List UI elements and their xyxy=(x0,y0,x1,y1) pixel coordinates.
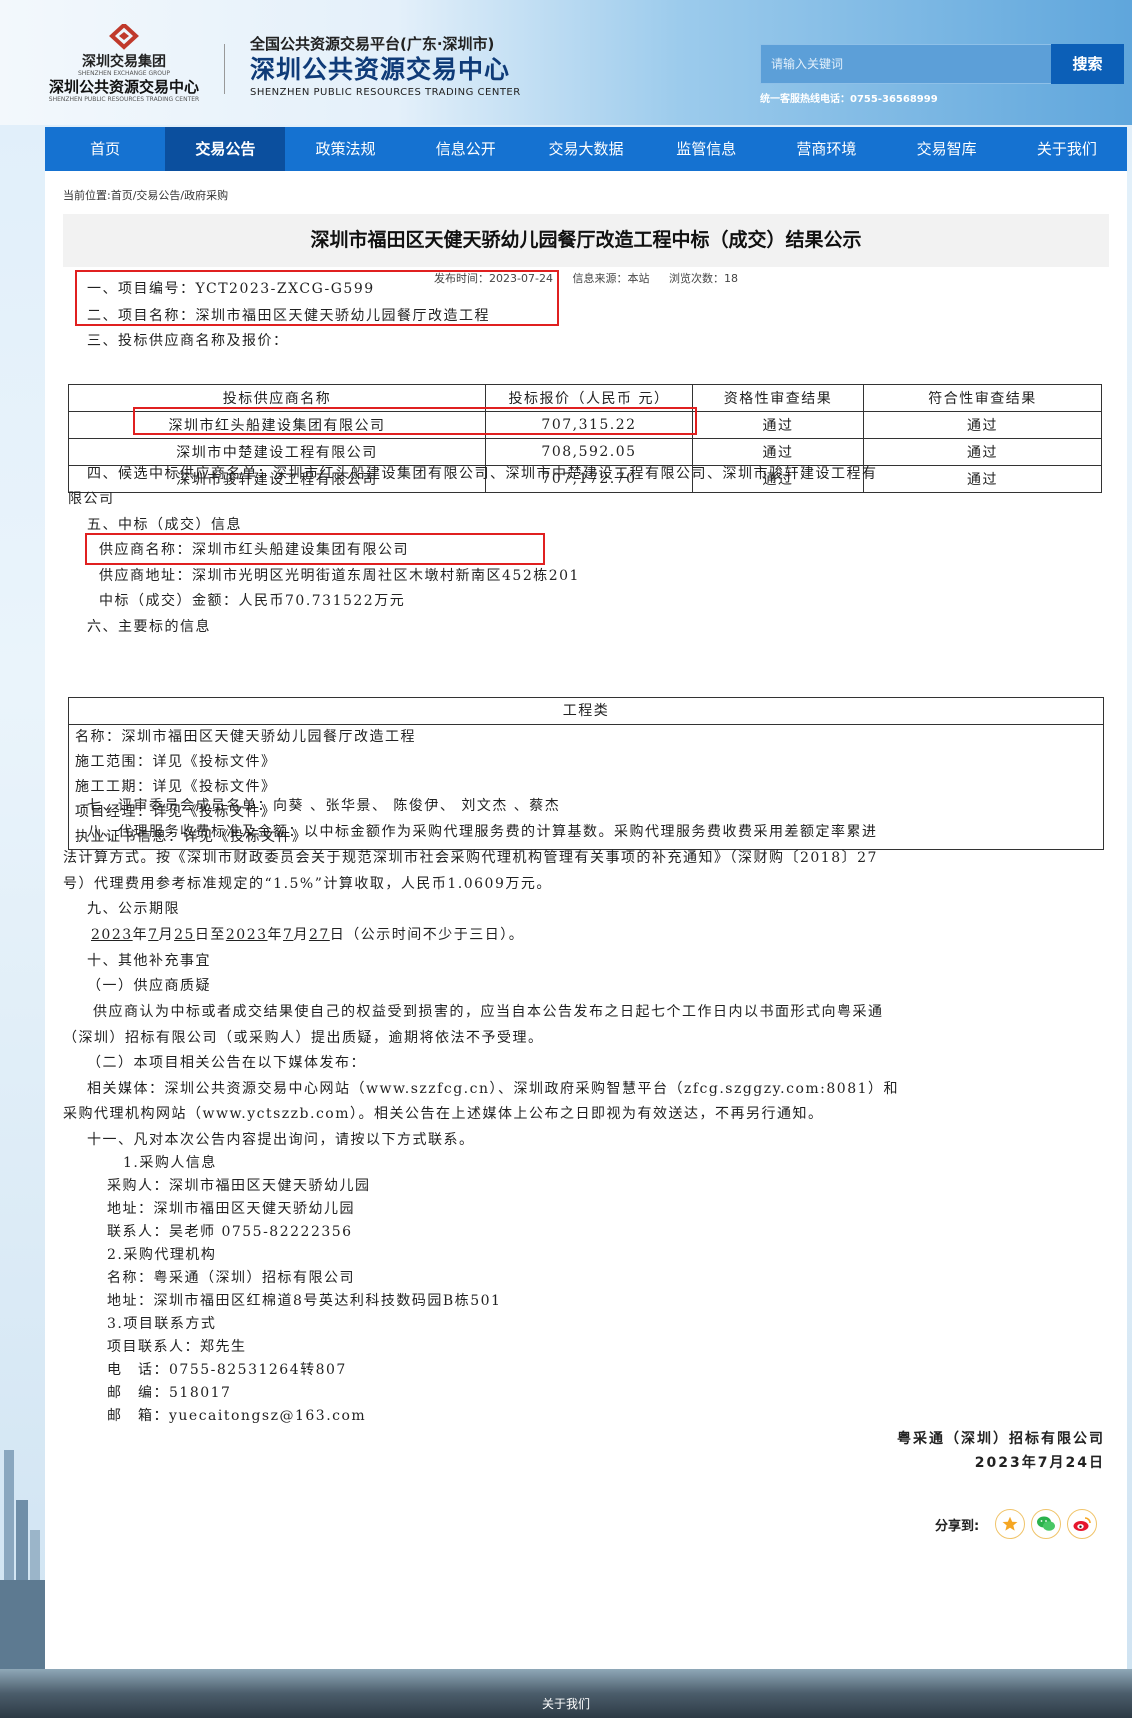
table-cell: 深圳市中楚建设工程有限公司 xyxy=(68,438,486,466)
logo-center-en: SHENZHEN PUBLIC RESOURCES TRADING CENTER xyxy=(48,96,200,103)
agency-address: 地址：深圳市福田区红棉道8号英达利科技数码园B栋501 xyxy=(107,1293,502,1309)
purchaser-contact: 联系人：吴老师 0755-82222356 xyxy=(107,1224,353,1240)
favorite-star-icon[interactable] xyxy=(995,1509,1026,1539)
nav-item-home[interactable]: 首页 xyxy=(45,127,165,171)
nav-item-about[interactable]: 关于我们 xyxy=(1007,127,1127,171)
table-cell: 通过 xyxy=(692,411,864,439)
candidate-list-line2: 限公司 xyxy=(68,491,115,507)
signature-date: 2023年7月24日 xyxy=(974,1455,1105,1471)
nav-item-big-data[interactable]: 交易大数据 xyxy=(526,127,646,171)
period-start-day: 25 xyxy=(174,927,195,943)
nav-item-business-env[interactable]: 营商环境 xyxy=(766,127,886,171)
project-contact-postcode: 邮 编：518017 xyxy=(107,1385,232,1401)
challenge-line2: （深圳）招标有限公司（或采购人）提出质疑，逾期将依法不予受理。 xyxy=(63,1030,544,1046)
challenge-line1: 供应商认为中标或者成交结果使自己的权益受到损害的，应当自本公告发布之日起七个工作… xyxy=(93,1004,884,1020)
engineering-header: 工程类 xyxy=(69,698,1103,725)
center-title-block[interactable]: 全国公共资源交易平台(广东·深圳市) 深圳公共资源交易中心 SHENZHEN P… xyxy=(250,34,521,100)
nav-item-think-tank[interactable]: 交易智库 xyxy=(887,127,1007,171)
header-cell: 符合性审查结果 xyxy=(863,384,1102,412)
site-footer: 关于我们 xyxy=(0,1669,1132,1718)
search-box xyxy=(760,44,1053,84)
table-cell: 708,592.05 xyxy=(485,438,693,466)
award-heading: 五、中标（成交）信息 xyxy=(87,517,242,533)
highlight-box-winner-row xyxy=(133,407,697,435)
signature-company: 粤采通（深圳）招标有限公司 xyxy=(897,1431,1105,1447)
breadcrumb[interactable]: 当前位置:首页/交易公告/政府采购 xyxy=(63,187,228,203)
table-cell: 通过 xyxy=(863,465,1102,493)
nav-item-policies[interactable]: 政策法规 xyxy=(285,127,405,171)
other-matters-heading: 十、其他补充事宜 xyxy=(87,953,211,969)
service-hotline: 统一客服热线电话：0755-36568999 xyxy=(760,94,938,105)
search-button[interactable]: 搜索 xyxy=(1051,44,1124,84)
weibo-icon[interactable] xyxy=(1067,1509,1098,1539)
agency-heading: 2.采购代理机构 xyxy=(107,1247,217,1263)
period-end-year: 2023 xyxy=(225,927,268,943)
header-divider xyxy=(224,44,225,94)
notice-period-heading: 九、公示期限 xyxy=(87,901,180,917)
wechat-icon[interactable] xyxy=(1031,1509,1062,1539)
footer-about-link[interactable]: 关于我们 xyxy=(0,1695,1132,1712)
nav-item-supervision[interactable]: 监管信息 xyxy=(646,127,766,171)
agency-name: 名称：粤采通（深圳）招标有限公司 xyxy=(107,1270,355,1286)
search-input[interactable] xyxy=(761,45,1053,83)
purchaser-heading: 1.采购人信息 xyxy=(123,1155,217,1171)
media-line2: 采购代理机构网站（www.yctszzb.com）。相关公告在上述媒体上公布之日… xyxy=(63,1106,824,1122)
share-bar: 分享到: xyxy=(935,1509,1098,1539)
table-cell: 通过 xyxy=(863,411,1102,439)
fee-line2: 法计算方式。按《深圳市财政委员会关于规范深圳市社会采购代理机构管理有关事项的补充… xyxy=(63,850,878,866)
platform-line: 全国公共资源交易平台(广东·深圳市) xyxy=(250,35,495,53)
nav-item-announcements[interactable]: 交易公告 xyxy=(165,127,286,171)
view-count: 浏览次数：18 xyxy=(668,272,738,285)
purchaser-name: 采购人：深圳市福田区天健天骄幼儿园 xyxy=(107,1178,371,1194)
logo-group-en: SHENZHEN EXCHANGE GROUP xyxy=(77,70,171,77)
table-row: 深圳市中楚建设工程有限公司 708,592.05 通过 通过 xyxy=(68,438,1102,466)
media-heading: （二）本项目相关公告在以下媒体发布： xyxy=(87,1055,366,1071)
fee-line3: 号）代理费用参考标准规定的“1.5%”计算收取，人民币1.0609万元。 xyxy=(63,876,552,892)
logo-group-cn: 深圳交易集团 xyxy=(82,54,166,70)
city-skyline-decoration xyxy=(0,1450,45,1670)
main-nav: 首页 交易公告 政策法规 信息公开 交易大数据 监管信息 营商环境 交易智库 关… xyxy=(45,127,1127,171)
project-contact-heading: 3.项目联系方式 xyxy=(107,1316,217,1332)
site-header: 深圳交易集团 SHENZHEN EXCHANGE GROUP 深圳公共资源交易中… xyxy=(0,0,1132,125)
center-name-en: SHENZHEN PUBLIC RESOURCES TRADING CENTER xyxy=(250,87,521,98)
award-amount: 中标（成交）金额：人民币70.731522万元 xyxy=(99,593,406,609)
bidders-heading: 三、投标供应商名称及报价： xyxy=(87,333,289,349)
header-cell: 资格性审查结果 xyxy=(692,384,864,412)
supplier-address: 供应商地址：深圳市光明区光明街道东周社区木墩村新南区452栋201 xyxy=(99,568,580,584)
highlight-box-supplier xyxy=(85,533,545,565)
engineering-row: 名称：深圳市福田区天健天骄幼儿园餐厅改造工程 xyxy=(75,729,416,745)
notice-period: 2023年7月25日至2023年7月27日（公示时间不少于三日）。 xyxy=(91,927,525,943)
center-name: 深圳公共资源交易中心 xyxy=(250,55,511,84)
period-start-month: 7 xyxy=(148,927,159,943)
project-contact-person: 项目联系人：郑先生 xyxy=(107,1339,247,1355)
project-contact-phone: 电 话：0755-82531264转807 xyxy=(107,1362,347,1378)
period-end-month: 7 xyxy=(283,927,294,943)
contact-heading: 十一、凡对本次公告内容提出询问，请按以下方式联系。 xyxy=(87,1132,475,1148)
logo-center-cn: 深圳公共资源交易中心 xyxy=(48,78,199,96)
main-subject-heading: 六、主要标的信息 xyxy=(87,619,211,635)
period-end-day: 27 xyxy=(308,927,330,943)
purchaser-address: 地址：深圳市福田区天健天骄幼儿园 xyxy=(107,1201,355,1217)
engineering-row: 施工范围：详见《投标文件》 xyxy=(75,754,277,770)
article-card: 当前位置:首页/交易公告/政府采购 深圳市福田区天健天骄幼儿园餐厅改造工程中标（… xyxy=(45,171,1127,1669)
candidate-list-line1: 四、候选中标供应商名单：深圳市红头船建设集团有限公司、深圳市中楚建设工程有限公司… xyxy=(87,466,878,482)
committee-members: 七、评审委员会成员名单：向葵 、张华景、 陈俊伊、 刘文杰 、蔡杰 xyxy=(87,798,561,814)
challenge-heading: （一）供应商质疑 xyxy=(87,978,211,994)
share-label: 分享到: xyxy=(935,1518,980,1534)
fee-line1: 八、代理服务收费标准及金额：以中标金额作为采购代理服务费的计算基数。采购代理服务… xyxy=(87,824,878,840)
highlight-box-project xyxy=(75,270,559,326)
project-contact-email[interactable]: 邮 箱：yuecaitongsz@163.com xyxy=(107,1405,366,1425)
exchange-group-logo[interactable]: 深圳交易集团 SHENZHEN EXCHANGE GROUP 深圳公共资源交易中… xyxy=(44,24,204,104)
article-title: 深圳市福田区天健天骄幼儿园餐厅改造工程中标（成交）结果公示 xyxy=(63,214,1109,267)
table-cell: 通过 xyxy=(692,438,864,466)
period-tail: 日（公示时间不少于三日）。 xyxy=(329,927,525,943)
period-start-year: 2023 xyxy=(91,927,133,943)
table-cell: 通过 xyxy=(863,438,1102,466)
media-line1: 相关媒体：深圳公共资源交易中心网站（www.szzfcg.cn）、深圳政府采购智… xyxy=(87,1081,900,1097)
nav-item-disclosure[interactable]: 信息公开 xyxy=(406,127,526,171)
logo-mark-icon xyxy=(107,24,141,50)
info-source: 信息来源：本站 xyxy=(572,272,650,285)
